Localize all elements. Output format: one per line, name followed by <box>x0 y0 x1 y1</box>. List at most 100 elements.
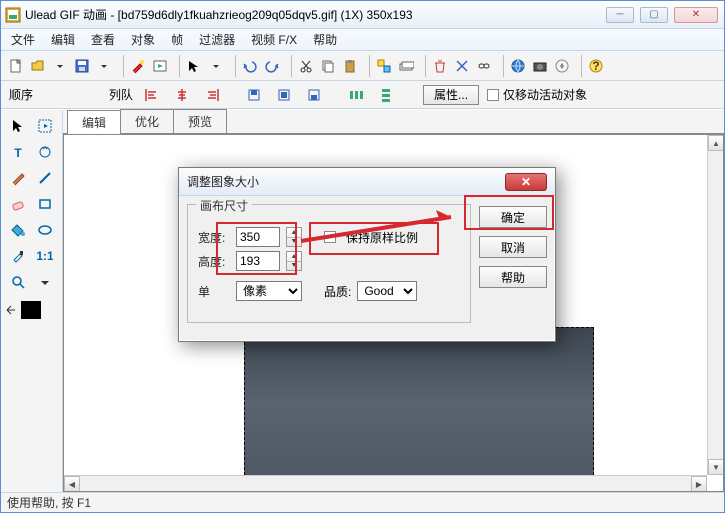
svg-text:?: ? <box>592 59 599 73</box>
tab-optimize[interactable]: 优化 <box>120 109 174 133</box>
fg-color-swatch[interactable] <box>21 301 41 319</box>
properties-button[interactable]: 属性... <box>423 85 479 105</box>
copy-icon[interactable] <box>317 55 339 77</box>
dialog-titlebar[interactable]: 调整图象大小 ✕ <box>179 168 555 196</box>
separator <box>420 55 426 77</box>
width-input[interactable] <box>236 227 280 247</box>
tabstrip: 编辑 优化 预览 <box>63 110 724 134</box>
menu-filter[interactable]: 过滤器 <box>191 29 243 50</box>
tab-edit[interactable]: 编辑 <box>67 110 121 134</box>
minimize-button[interactable]: ─ <box>606 7 634 23</box>
status-text: 使用帮助, 按 F1 <box>7 494 91 511</box>
dialog-buttons: 确定 取消 帮助 <box>479 204 547 323</box>
menubar: 文件 编辑 查看 对象 帧 过滤器 视频 F/X 帮助 <box>1 29 724 51</box>
align-bottom-icon[interactable] <box>303 84 325 106</box>
dropdown-icon[interactable] <box>49 55 71 77</box>
layers-icon[interactable] <box>395 55 417 77</box>
eraser-tool[interactable] <box>5 192 31 216</box>
select-tool[interactable] <box>33 114 59 138</box>
quality-select[interactable]: Good <box>357 281 417 301</box>
paste-icon[interactable] <box>339 55 361 77</box>
dialog-title: 调整图象大小 <box>187 173 505 190</box>
eyedrop-tool[interactable] <box>5 244 31 268</box>
distribute-h-icon[interactable] <box>345 84 367 106</box>
separator <box>286 55 292 77</box>
height-spinner[interactable]: ▲▼ <box>286 251 302 271</box>
align-center-icon[interactable] <box>171 84 193 106</box>
scroll-right-icon[interactable]: ▶ <box>691 476 707 492</box>
tab-preview[interactable]: 预览 <box>173 109 227 133</box>
scrollbar-vertical[interactable]: ▲▼ <box>707 135 723 475</box>
zoom-tool[interactable] <box>5 270 31 294</box>
redo-icon[interactable] <box>261 55 283 77</box>
menu-object[interactable]: 对象 <box>123 29 163 50</box>
dropdown-icon[interactable] <box>205 55 227 77</box>
rect-tool[interactable] <box>33 192 59 216</box>
align-left-icon[interactable] <box>141 84 163 106</box>
cancel-button[interactable]: 取消 <box>479 236 547 258</box>
queue-label: 列队 <box>109 86 133 103</box>
move-only-check[interactable]: 仅移动活动对象 <box>487 86 587 103</box>
menu-videofx[interactable]: 视频 F/X <box>243 29 305 50</box>
scroll-left-icon[interactable]: ◀ <box>64 476 80 492</box>
app-icon <box>5 7 21 23</box>
separator <box>364 55 370 77</box>
motion-tool[interactable] <box>33 140 59 164</box>
arrow-icon[interactable] <box>183 55 205 77</box>
dialog-close-button[interactable]: ✕ <box>505 173 547 191</box>
pointer-tool[interactable] <box>5 114 31 138</box>
ok-button[interactable]: 确定 <box>479 206 547 228</box>
width-spinner[interactable]: ▲▼ <box>286 227 302 247</box>
align-middle-icon[interactable] <box>273 84 295 106</box>
height-input[interactable] <box>236 251 280 271</box>
close-button[interactable]: ✕ <box>674 7 718 23</box>
trash-icon[interactable] <box>429 55 451 77</box>
menu-frame[interactable]: 帧 <box>163 29 191 50</box>
menu-view[interactable]: 查看 <box>83 29 123 50</box>
link-icon[interactable] <box>473 55 495 77</box>
distribute-v-icon[interactable] <box>375 84 397 106</box>
scroll-down-icon[interactable]: ▼ <box>708 459 724 475</box>
scroll-up-icon[interactable]: ▲ <box>708 135 724 151</box>
color-swatches <box>5 296 58 320</box>
scissors-icon[interactable] <box>451 55 473 77</box>
object-manager-icon[interactable] <box>373 55 395 77</box>
unit-label: 单 <box>198 283 230 300</box>
camera-icon[interactable] <box>529 55 551 77</box>
window-buttons: ─ ▢ ✕ <box>606 7 718 23</box>
align-top-icon[interactable] <box>243 84 265 106</box>
toolbar-frame: 顺序 列队 属性... 仅移动活动对象 <box>1 81 724 109</box>
preview-icon[interactable] <box>149 55 171 77</box>
new-icon[interactable] <box>5 55 27 77</box>
quality-label: 品质: <box>324 283 351 300</box>
menu-help[interactable]: 帮助 <box>305 29 345 50</box>
unit-select[interactable]: 像素 <box>236 281 302 301</box>
line-tool[interactable] <box>33 166 59 190</box>
dialog-body: 画布尺寸 宽度: ▲▼ 保持原样比例 高度: ▲▼ 单 像素 品质: Good <box>179 196 555 331</box>
open-icon[interactable] <box>27 55 49 77</box>
cut-icon[interactable] <box>295 55 317 77</box>
help-button[interactable]: 帮助 <box>479 266 547 288</box>
menu-edit[interactable]: 编辑 <box>43 29 83 50</box>
scrollbar-horizontal[interactable]: ◀▶ <box>64 475 707 491</box>
dropdown-icon[interactable] <box>93 55 115 77</box>
fill-tool[interactable] <box>5 218 31 242</box>
save-icon[interactable] <box>71 55 93 77</box>
web-icon[interactable] <box>507 55 529 77</box>
undo-icon[interactable] <box>239 55 261 77</box>
resize-dialog: 调整图象大小 ✕ 画布尺寸 宽度: ▲▼ 保持原样比例 高度: ▲▼ 单 像素 <box>178 167 556 342</box>
text-tool[interactable]: T <box>5 140 31 164</box>
keep-ratio-checkbox[interactable] <box>324 231 336 243</box>
help-icon[interactable]: ? <box>585 55 607 77</box>
menu-file[interactable]: 文件 <box>3 29 43 50</box>
zoom-1-1-tool[interactable]: 1:1 <box>33 244 59 268</box>
separator <box>118 55 124 77</box>
ellipse-tool[interactable] <box>33 218 59 242</box>
zoom-dropdown[interactable] <box>33 270 59 294</box>
brush-tool[interactable] <box>5 166 31 190</box>
maximize-button[interactable]: ▢ <box>640 7 668 23</box>
browser-icon[interactable] <box>551 55 573 77</box>
swap-color-icon[interactable] <box>5 304 17 316</box>
align-right-icon[interactable] <box>201 84 223 106</box>
wizard-icon[interactable] <box>127 55 149 77</box>
